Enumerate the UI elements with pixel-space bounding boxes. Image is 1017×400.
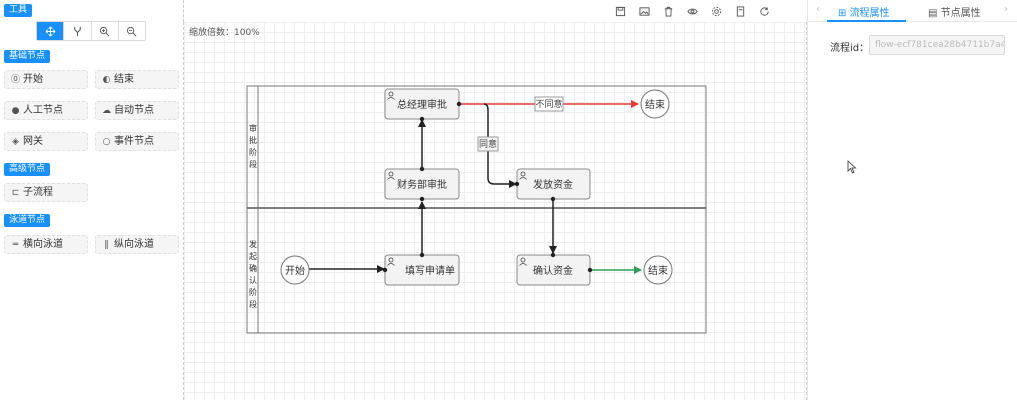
task-fill-application[interactable]: 填写申请单 — [384, 254, 460, 286]
svg-text:开始: 开始 — [285, 264, 305, 277]
end-node-top[interactable]: 结束 — [640, 89, 670, 119]
svg-text:起: 起 — [249, 252, 257, 261]
tab-process-properties[interactable]: ⊞ 流程属性 — [838, 4, 890, 19]
active-tab-indicator — [827, 20, 906, 22]
svg-text:确: 确 — [249, 263, 257, 273]
svg-text:批: 批 — [249, 135, 257, 145]
node-icon: ▤ — [928, 8, 941, 19]
tab-next-icon[interactable]: › — [1004, 4, 1008, 15]
svg-text:段: 段 — [249, 159, 257, 169]
edge-label-reject[interactable]: 不同意 — [534, 96, 564, 112]
svg-text:段: 段 — [249, 299, 257, 309]
lane-label-initiate: 发起确认阶段 — [249, 239, 257, 309]
svg-text:审: 审 — [249, 123, 257, 133]
process-id-field[interactable]: flow-ecf781cea28b4711b7a48d0e — [869, 35, 1005, 55]
properties-panel: ‹ ⊞ 流程属性 ▤ 节点属性 › 流程id： flow-ecf781cea28… — [807, 0, 1017, 400]
svg-text:同意: 同意 — [479, 138, 497, 150]
lane-label-approval: 审批阶段 — [249, 123, 257, 169]
svg-text:不同意: 不同意 — [535, 98, 562, 110]
svg-text:填写申请单: 填写申请单 — [405, 264, 455, 277]
flow-designer: 工具 基础节点 ⓪ 开始 ◐ 结束 ● 人工节点 ☁ 自动节点 ◈ 网关 ○ 事件节点 高级… — [0, 0, 1017, 400]
process-icon: ⊞ — [838, 8, 850, 19]
task-manager-approval[interactable]: 总经理审批 — [384, 88, 460, 120]
tab-prev-icon[interactable]: ‹ — [816, 4, 820, 15]
tab-node-properties[interactable]: ▤ 节点属性 — [928, 4, 981, 19]
svg-text:发放资金: 发放资金 — [533, 178, 573, 191]
svg-text:确认资金: 确认资金 — [533, 264, 573, 277]
process-id-label: 流程id： — [830, 43, 870, 54]
svg-text:结束: 结束 — [645, 98, 665, 111]
properties-tabs: ‹ ⊞ 流程属性 ▤ 节点属性 › — [808, 0, 1017, 22]
svg-text:发: 发 — [249, 239, 257, 249]
swimlane-pool[interactable] — [246, 85, 707, 334]
task-finance-approval[interactable]: 财务部审批 — [384, 168, 460, 200]
svg-text:结束: 结束 — [648, 264, 668, 277]
task-confirm-funds[interactable]: 确认资金 — [516, 254, 591, 286]
task-release-funds[interactable]: 发放资金 — [516, 168, 591, 200]
mouse-cursor-icon — [847, 160, 857, 174]
svg-text:财务部审批: 财务部审批 — [397, 178, 447, 191]
svg-text:总经理审批: 总经理审批 — [397, 98, 447, 111]
end-node-bottom[interactable]: 结束 — [643, 255, 673, 285]
svg-text:认: 认 — [249, 275, 257, 285]
edge-label-agree[interactable]: 同意 — [477, 136, 499, 152]
svg-text:阶: 阶 — [249, 147, 257, 157]
svg-text:阶: 阶 — [249, 287, 257, 297]
start-node[interactable]: 开始 — [280, 255, 310, 285]
